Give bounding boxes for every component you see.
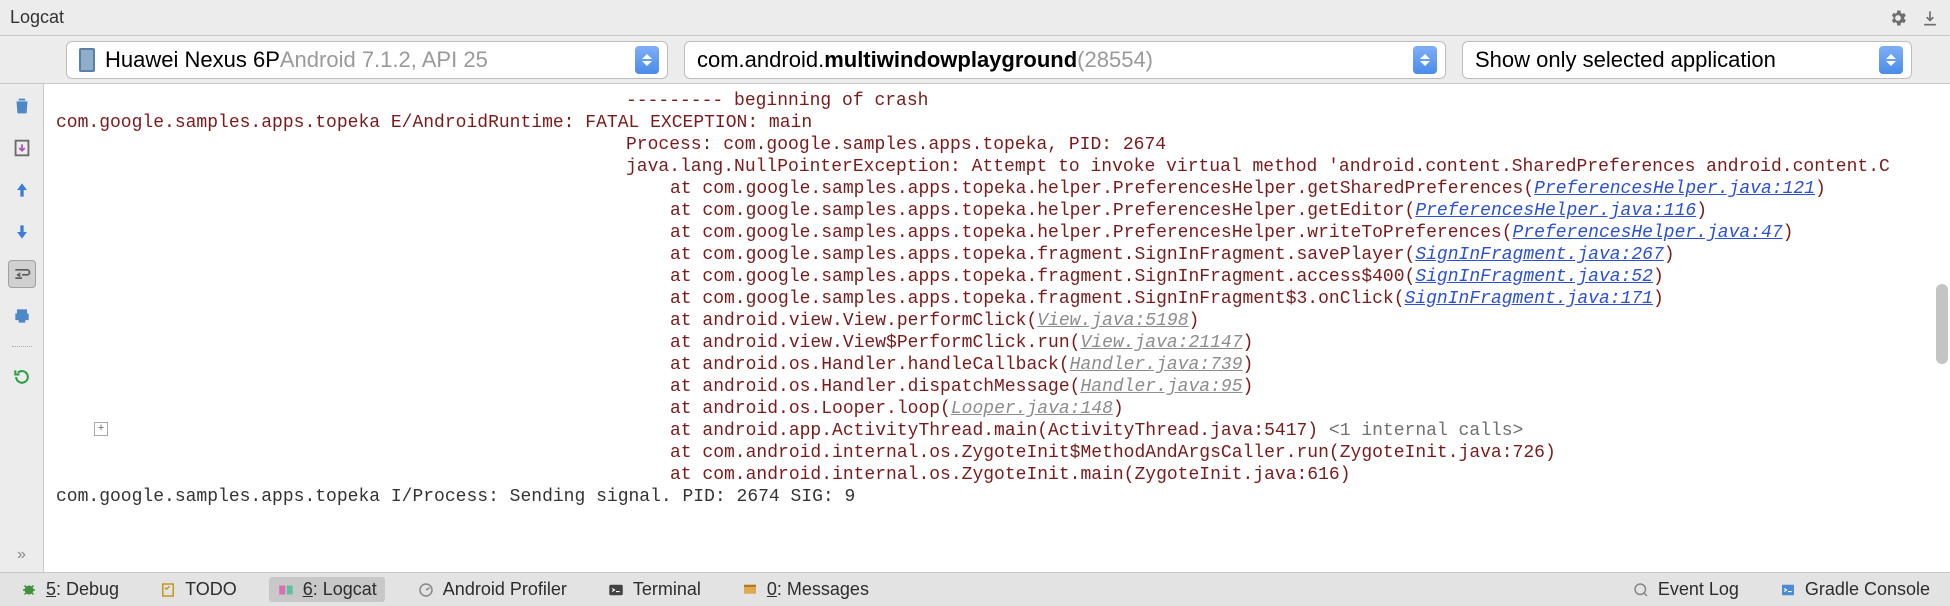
log-toolbar-vertical: » [0,84,44,572]
logcat-panel: Logcat Huawei Nexus 6P Android 7.1.2, AP… [0,0,1950,606]
stack-frame: at com.google.samples.apps.topeka.helper… [56,200,1950,222]
terminal-icon [607,581,625,599]
profiler-icon [417,581,435,599]
gear-icon[interactable] [1888,8,1908,28]
dropdown-arrow-icon [635,46,659,74]
log-output[interactable]: --------- beginning of crash com.google.… [44,84,1950,572]
source-link[interactable]: SignInFragment.java:52 [1415,267,1653,287]
log-line: java.lang.NullPointerException: Attempt … [56,156,1950,178]
source-link[interactable]: PreferencesHelper.java:116 [1415,201,1696,221]
device-detail: Android 7.1.2, API 25 [280,47,488,73]
filter-label: Show only selected application [1475,47,1776,73]
dropdown-arrow-icon [1879,46,1903,74]
source-link[interactable]: Looper.java:148 [951,399,1113,419]
source-link[interactable]: View.java:5198 [1037,311,1188,331]
source-link[interactable]: SignInFragment.java:171 [1405,289,1653,309]
dropdown-arrow-icon [1413,46,1437,74]
log-line: Process: com.google.samples.apps.topeka,… [56,134,1950,156]
log-line: com.google.samples.apps.topeka I/Process… [56,486,1950,508]
process-selector[interactable]: com.android.multiwindowplayground (28554… [684,41,1446,79]
messages-icon [741,581,759,599]
process-prefix: com.android. [697,47,824,73]
arrow-up-icon[interactable] [8,176,36,204]
process-name: multiwindowplayground [824,47,1077,73]
stack-frame: at com.android.internal.os.ZygoteInit.ma… [56,464,1950,486]
source-link[interactable]: PreferencesHelper.java:121 [1534,179,1815,199]
source-link[interactable]: SignInFragment.java:267 [1415,245,1663,265]
tab-logcat[interactable]: 6: Logcat [269,577,385,602]
tab-todo[interactable]: TODO [151,577,245,602]
log-message: FATAL EXCEPTION: main [585,113,812,133]
print-icon[interactable] [8,302,36,330]
arrow-down-icon[interactable] [8,218,36,246]
panel-title: Logcat [10,7,64,28]
stack-frame: at com.google.samples.apps.topeka.helper… [56,222,1950,244]
process-pid: (28554) [1077,47,1153,73]
tab-android-profiler[interactable]: Android Profiler [409,577,575,602]
stack-frame: at android.view.View$PerformClick.run(Vi… [56,332,1950,354]
log-line: --------- beginning of crash [56,90,1950,112]
source-link[interactable]: Handler.java:739 [1070,355,1243,375]
stack-frame: at com.google.samples.apps.topeka.helper… [56,178,1950,200]
device-selector[interactable]: Huawei Nexus 6P Android 7.1.2, API 25 [66,41,668,79]
expand-icon[interactable]: » [17,546,26,564]
stack-frame: at com.google.samples.apps.topeka.fragme… [56,244,1950,266]
stack-frame: at com.google.samples.apps.topeka.fragme… [56,266,1950,288]
source-link[interactable]: View.java:21147 [1080,333,1242,353]
tab-terminal[interactable]: Terminal [599,577,709,602]
tab-gradle-console[interactable]: Gradle Console [1771,577,1938,602]
stack-frame: at com.android.internal.os.ZygoteInit$Me… [56,442,1950,464]
source-link[interactable]: Handler.java:95 [1080,377,1242,397]
title-bar: Logcat [0,0,1950,36]
restart-icon[interactable] [8,363,36,391]
stack-frame: at android.os.Looper.loop(Looper.java:14… [56,398,1950,420]
todo-icon [159,581,177,599]
title-actions [1888,8,1940,28]
internal-calls-note: <1 internal calls> [1329,421,1523,441]
bottom-tool-tabs: 5: Debug TODO 6: Logcat Android Profiler… [0,572,1950,606]
log-tag: com.google.samples.apps.topeka E/Android… [56,113,585,133]
stack-frame: at android.os.Handler.dispatchMessage(Ha… [56,376,1950,398]
stack-frame: at android.os.Handler.handleCallback(Han… [56,354,1950,376]
scrollbar-thumb[interactable] [1936,284,1948,364]
log-line: com.google.samples.apps.topeka E/Android… [56,112,1950,134]
logcat-icon [277,581,295,599]
gradle-icon [1779,581,1797,599]
tab-debug[interactable]: 5: Debug [12,577,127,602]
tab-event-log[interactable]: Event Log [1624,577,1747,602]
stack-frame: at android.app.ActivityThread.main(Activ… [56,420,1950,442]
filter-toolbar: Huawei Nexus 6P Android 7.1.2, API 25 co… [0,36,1950,84]
trash-icon[interactable] [8,92,36,120]
soft-wrap-icon[interactable] [8,260,36,288]
main-area: » --------- beginning of crash com.googl… [0,84,1950,572]
fold-toggle-icon[interactable]: + [94,422,108,436]
bug-icon [20,581,38,599]
source-link[interactable]: PreferencesHelper.java:47 [1513,223,1783,243]
stack-frame: at com.google.samples.apps.topeka.fragme… [56,288,1950,310]
tab-messages[interactable]: 0: Messages [733,577,877,602]
device-name: Huawei Nexus 6P [105,47,280,73]
event-log-icon [1632,581,1650,599]
phone-icon [79,48,95,72]
stack-frame: at android.view.View.performClick(View.j… [56,310,1950,332]
filter-selector[interactable]: Show only selected application [1462,41,1912,79]
gutter-separator [12,346,32,347]
hide-icon[interactable] [1920,8,1940,28]
scroll-end-icon[interactable] [8,134,36,162]
